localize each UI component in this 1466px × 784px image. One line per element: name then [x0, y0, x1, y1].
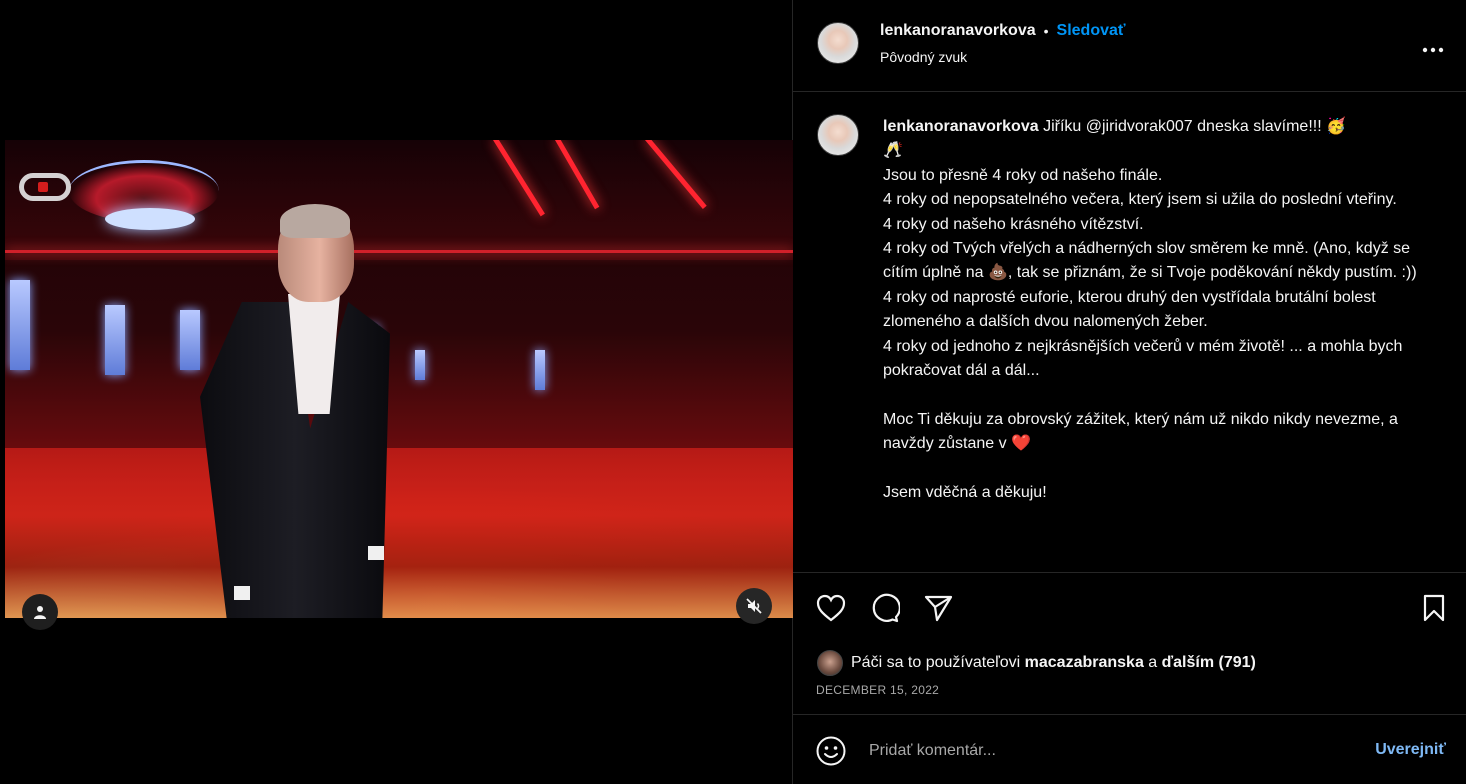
caption-line: 4 roky od našeho krásného vítězství.	[883, 215, 1144, 233]
liker-username[interactable]: macazabranska	[1025, 654, 1144, 671]
caption-line: Jsem vděčná a děkuju!	[883, 484, 1047, 502]
speaker-muted-icon	[746, 598, 762, 614]
caption-line: 4 roky od naprosté euforie, kterou druhý…	[883, 288, 1376, 331]
likes-conj: a	[1148, 654, 1158, 671]
more-horizontal-icon	[1422, 47, 1444, 53]
dance-floor	[5, 448, 793, 618]
caption-section: lenkanoranavorkova Jiříku @jiridvorak007…	[793, 93, 1466, 573]
caption-line: Jsou to přesně 4 roky od našeho finále.	[883, 166, 1163, 184]
post-date[interactable]: DECEMBER 15, 2022	[816, 683, 939, 697]
caption-line	[883, 383, 1443, 407]
more-options-button[interactable]	[1422, 33, 1444, 59]
emoji-button[interactable]	[815, 735, 847, 767]
caption-line: 4 roky od nepopsatelného večera, který j…	[883, 191, 1397, 209]
likes-prefix: Páči sa to používateľovi	[851, 654, 1021, 671]
instagram-post-modal: lenkanoranavorkova • Sledovať Pôvodný zv…	[0, 0, 1466, 784]
comment-button[interactable]	[867, 590, 903, 626]
like-button[interactable]	[813, 590, 849, 626]
comment-icon	[872, 593, 900, 623]
caption-text: lenkanoranavorkova Jiříku @jiridvorak007…	[883, 115, 1443, 505]
follow-button[interactable]: Sledovať	[1057, 22, 1126, 40]
author-username[interactable]: lenkanoranavorkova	[880, 22, 1036, 40]
post-header: lenkanoranavorkova • Sledovať Pôvodný zv…	[793, 0, 1466, 92]
heart-icon	[816, 594, 846, 622]
bookmark-icon	[1423, 594, 1445, 622]
caption-username[interactable]: lenkanoranavorkova	[883, 118, 1039, 135]
post-comment-button[interactable]: Uverejniť	[1375, 741, 1446, 759]
tagged-users-button[interactable]	[22, 594, 58, 630]
user-icon	[34, 606, 46, 619]
separator-dot: •	[1043, 23, 1049, 39]
caption-line: 🥂	[883, 142, 903, 160]
post-details-panel: lenkanoranavorkova • Sledovať Pôvodný zv…	[793, 0, 1466, 784]
author-avatar[interactable]	[817, 22, 859, 64]
smiley-icon	[816, 736, 846, 766]
caption-line: Jiříku @jiridvorak007 dneska slavíme!!! …	[1043, 118, 1347, 135]
comment-bar: Uverejniť	[793, 714, 1466, 784]
ct-logo	[19, 173, 71, 201]
comment-input[interactable]	[869, 737, 1329, 765]
likes-summary: Páči sa to používateľovi macazabranska a…	[817, 650, 1256, 676]
share-button[interactable]	[921, 590, 957, 626]
caption-author-avatar[interactable]	[817, 114, 859, 156]
video-player[interactable]	[5, 140, 793, 618]
caption-line: Moc Ti děkuju za obrovský zážitek, který…	[883, 410, 1398, 453]
mute-button[interactable]	[736, 588, 772, 624]
send-icon	[924, 595, 953, 622]
caption-line: 4 roky od Tvých vřelých a nádherných slo…	[883, 240, 1417, 282]
audio-label[interactable]: Pôvodný zvuk	[880, 49, 967, 65]
dancer-figure	[200, 204, 390, 618]
save-button[interactable]	[1416, 590, 1452, 626]
liker-avatar[interactable]	[817, 650, 843, 676]
caption-line	[883, 457, 1443, 481]
caption-line: 4 roky od jednoho z nejkrásnějších večer…	[883, 337, 1403, 380]
likes-others-link[interactable]: ďalším (791)	[1162, 654, 1256, 671]
post-actions	[793, 590, 1466, 630]
media-pane	[0, 0, 793, 784]
